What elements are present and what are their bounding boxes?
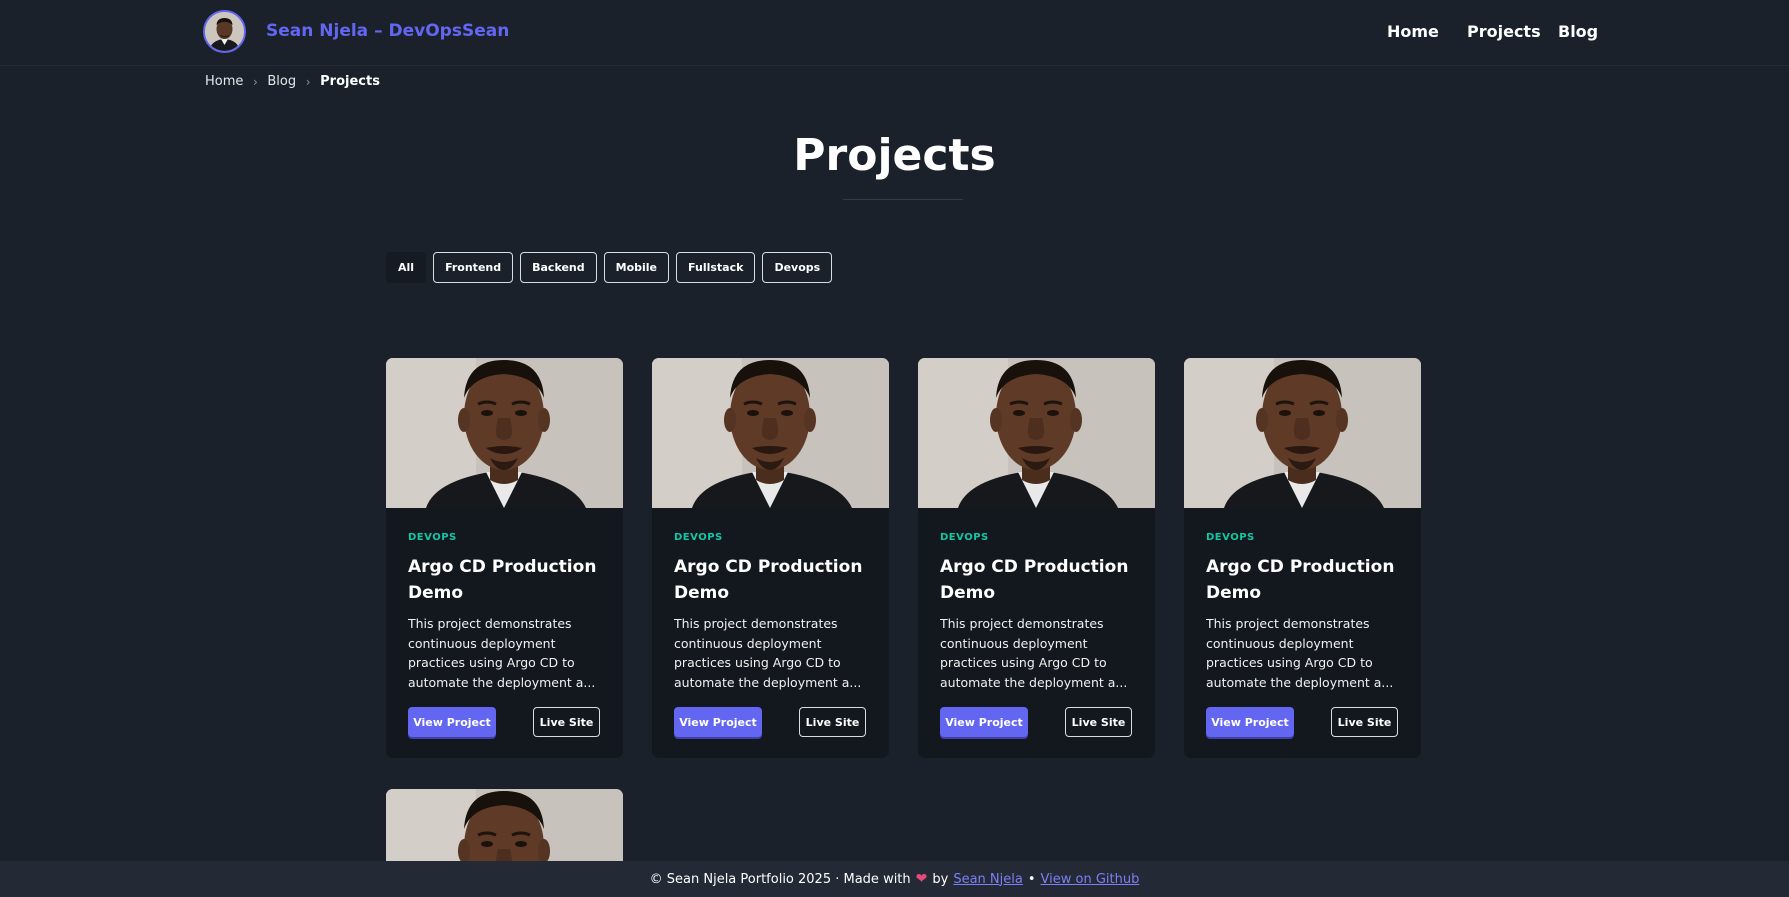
project-description: This project demonstrates continuous dep… <box>1206 616 1394 690</box>
heart-icon: ❤ <box>915 871 928 887</box>
live-site-button[interactable]: Live Site <box>1331 707 1398 737</box>
avatar-photo <box>205 12 244 51</box>
project-card: DEVOPS Argo CD Production Demo This proj… <box>386 358 623 758</box>
project-category: DEVOPS <box>940 532 989 543</box>
filter-fullstack[interactable]: Fullstack <box>676 252 756 283</box>
chevron-right-icon: › <box>305 74 311 89</box>
site-footer: © Sean Njela Portfolio 2025 · Made with … <box>0 861 1789 897</box>
footer-by: by <box>932 871 949 887</box>
project-title: Argo CD Production Demo <box>408 557 597 603</box>
filter-bar: All Frontend Backend Mobile Fullstack De… <box>386 252 833 283</box>
view-project-button[interactable]: View Project <box>940 707 1028 737</box>
project-title: Argo CD Production Demo <box>1206 557 1395 603</box>
filter-frontend[interactable]: Frontend <box>433 252 514 283</box>
project-description: This project demonstrates continuous dep… <box>940 616 1128 690</box>
live-site-button[interactable]: Live Site <box>1065 707 1132 737</box>
filter-devops[interactable]: Devops <box>762 252 833 283</box>
footer-bullet: • <box>1027 871 1036 887</box>
filter-mobile[interactable]: Mobile <box>603 252 670 283</box>
project-category: DEVOPS <box>408 532 457 543</box>
footer-copyright: © Sean Njela Portfolio 2025 · Made with <box>649 871 911 887</box>
view-project-button[interactable]: View Project <box>408 707 496 737</box>
nav-home[interactable]: Home <box>1387 22 1439 41</box>
nav-blog[interactable]: Blog <box>1558 22 1598 41</box>
project-card: DEVOPS Argo CD Production Demo This proj… <box>652 358 889 758</box>
project-image <box>1184 358 1421 508</box>
project-title: Argo CD Production Demo <box>674 557 863 603</box>
view-project-button[interactable]: View Project <box>674 707 762 737</box>
site-header: Sean Njela – DevOpsSean Home Projects Bl… <box>0 0 1789 66</box>
project-image <box>386 358 623 508</box>
github-link[interactable]: View on Github <box>1041 872 1140 887</box>
author-link[interactable]: Sean Njela <box>953 872 1023 887</box>
breadcrumb-current: Projects <box>320 74 380 89</box>
project-title: Argo CD Production Demo <box>940 557 1129 603</box>
project-category: DEVOPS <box>674 532 723 543</box>
live-site-button[interactable]: Live Site <box>533 707 600 737</box>
project-category: DEVOPS <box>1206 532 1255 543</box>
view-project-button[interactable]: View Project <box>1206 707 1294 737</box>
filter-all[interactable]: All <box>386 252 427 283</box>
breadcrumb-home[interactable]: Home <box>205 74 243 89</box>
chevron-right-icon: › <box>252 74 258 89</box>
project-description: This project demonstrates continuous dep… <box>408 616 596 690</box>
breadcrumb-blog[interactable]: Blog <box>267 74 296 89</box>
title-divider <box>843 199 963 200</box>
filter-backend[interactable]: Backend <box>520 252 597 283</box>
project-image <box>652 358 889 508</box>
breadcrumb: Home › Blog › Projects <box>205 74 380 89</box>
page-title: Projects <box>793 130 996 181</box>
brand-name[interactable]: Sean Njela – DevOpsSean <box>266 21 509 41</box>
avatar[interactable] <box>203 10 246 53</box>
nav-projects[interactable]: Projects <box>1467 22 1541 41</box>
live-site-button[interactable]: Live Site <box>799 707 866 737</box>
project-card: DEVOPS Argo CD Production Demo This proj… <box>918 358 1155 758</box>
project-card: DEVOPS Argo CD Production Demo This proj… <box>1184 358 1421 758</box>
project-description: This project demonstrates continuous dep… <box>674 616 862 690</box>
project-image <box>918 358 1155 508</box>
